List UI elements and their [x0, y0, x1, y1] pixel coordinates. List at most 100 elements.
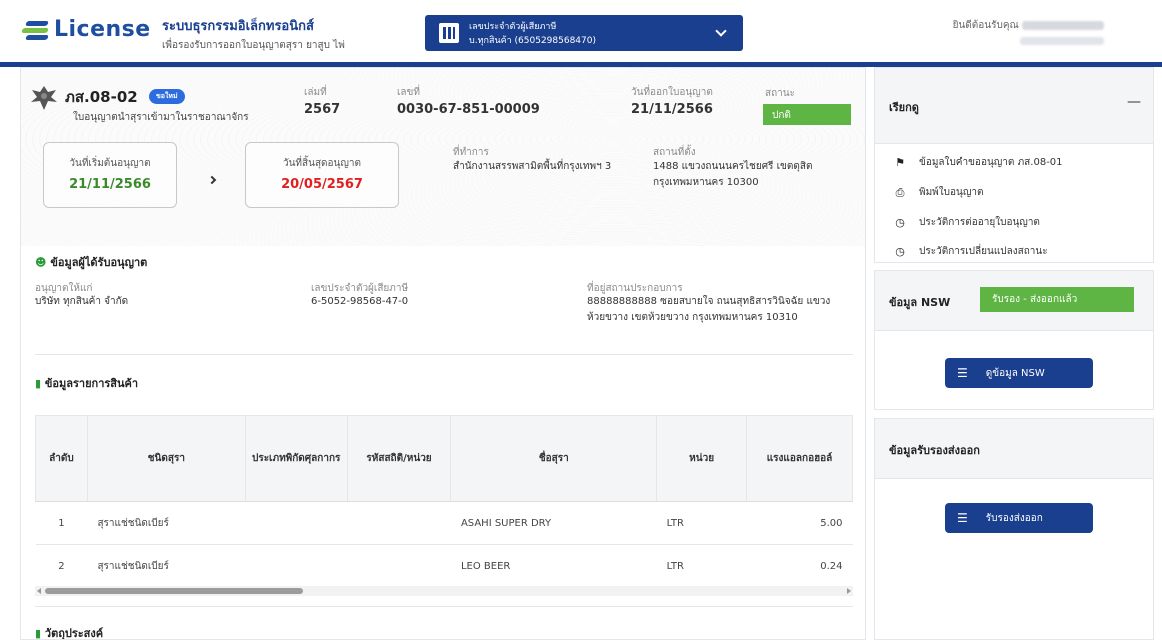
- cell-order: 1: [35, 501, 88, 545]
- nsw-panel-header: ข้อมูล NSW รับรอง - ส่งออกแล้ว: [875, 271, 1153, 331]
- clock-icon: ◷: [895, 245, 905, 258]
- export-panel-title: ข้อมูลรับรองส่งออก: [889, 444, 980, 457]
- col-header-alcohol: แรงแอลกอฮอล์: [746, 415, 853, 502]
- table-horizontal-scrollbar[interactable]: [35, 586, 853, 596]
- menu-item-print-license[interactable]: ⎙ พิมพ์ใบอนุญาต: [893, 185, 984, 200]
- nsw-status-badge: รับรอง - ส่งออกแล้ว: [980, 287, 1134, 312]
- status-badge: ปกติ: [763, 104, 851, 125]
- cell-liquor-type: สุราแช่ชนิดเบียร์: [87, 501, 246, 545]
- cell-tariff-type: [245, 501, 348, 545]
- products-table-container[interactable]: ลำดับ ชนิดสุรา ประเภทพิกัดศุลกากร รหัสสถ…: [35, 415, 853, 597]
- app-header: License ระบบธุรกรรมอิเล็กทรอนิกส์ เพื่อร…: [0, 0, 1162, 63]
- licensee-section-title: ☻ ข้อมูลผู้ได้รับอนุญาต: [35, 256, 148, 269]
- products-section-title: ▮ ข้อมูลรายการสินค้า: [35, 377, 139, 390]
- address-line-1: 88888888888 ซอยสบายใจ ถนนสุทธิสารวินิจฉั…: [587, 296, 831, 307]
- cell-unit: LTR: [656, 501, 747, 545]
- flag-icon: ⚑: [895, 156, 905, 169]
- section-divider: [35, 354, 853, 355]
- location-label: สถานที่ตั้ง: [653, 147, 696, 158]
- menu-item-renewal-history[interactable]: ◷ ประวัติการต่ออายุใบอนุญาต: [893, 215, 1040, 230]
- products-table: ลำดับ ชนิดสุรา ประเภทพิกัดศุลกากร รหัสสถ…: [35, 415, 853, 588]
- start-date-value: 21/11/2566: [69, 177, 151, 192]
- user-email-redacted: [1020, 37, 1104, 45]
- system-subtitle: เพื่อรองรับการออกใบอนุญาตสุรา ยาสูบ ไพ่: [162, 40, 345, 51]
- garuda-emblem-icon: [31, 86, 57, 110]
- nsw-panel-title: ข้อมูล NSW: [889, 296, 951, 309]
- location-line-1: 1488 แขวงถนนนครไชยศรี เขตดุสิต: [653, 161, 813, 172]
- issue-date-value: 21/11/2566: [631, 102, 713, 117]
- cell-liquor-name: ASAHI SUPER DRY: [450, 501, 657, 545]
- scroll-left-arrow-icon[interactable]: [37, 588, 41, 594]
- bottle-icon: ▮: [35, 377, 42, 390]
- bottle-icon: ▮: [35, 627, 42, 640]
- clock-icon: ◷: [895, 216, 905, 229]
- export-certify-button[interactable]: ☰ รับรองส่งออก: [945, 503, 1093, 533]
- system-title: ระบบธุรกรรมอิเล็กทรอนิกส์: [162, 19, 314, 34]
- list-icon: ☰: [957, 511, 968, 525]
- location-line-2: กรุงเทพมหานคร 10300: [653, 177, 759, 188]
- taxpayer-selector[interactable]: เลขประจำตัวผู้เสียภาษี บ.ทุกสินค้า (6505…: [425, 15, 743, 51]
- license-name: ใบอนุญาตนำสุราเข้ามาในราชอาณาจักร: [73, 112, 249, 123]
- index-panel: เรียกดู — ⚑ ข้อมูลใบคำขออนุญาต ภส.08-01 …: [874, 67, 1154, 263]
- col-header-tariff-type: ประเภทพิกัดศุลกากร: [244, 415, 348, 502]
- app-logo[interactable]: License: [20, 17, 151, 42]
- cell-tariff-type: [245, 544, 348, 588]
- cell-unit: LTR: [656, 544, 747, 588]
- cell-order: 2: [35, 544, 88, 588]
- end-date-box: วันที่สิ้นสุดอนุญาต 20/05/2567: [245, 142, 399, 208]
- user-icon: ☻: [35, 256, 47, 269]
- office-value: สำนักงานสรรพสามิตพื้นที่กรุงเทพฯ 3: [453, 161, 612, 172]
- office-label: ที่ทำการ: [453, 147, 489, 158]
- welcome-text: ยินดีต้อนรับคุณ: [952, 20, 1019, 31]
- purpose-section-title: ▮ วัตถุประสงค์: [35, 627, 104, 640]
- index-panel-header: เรียกดู —: [875, 68, 1153, 144]
- logo-text: License: [54, 17, 151, 42]
- number-label: เลขที่: [397, 87, 420, 98]
- cell-alcohol: 5.00: [746, 501, 853, 545]
- start-date-label: วันที่เริ่มต้นอนุญาต: [69, 158, 151, 169]
- menu-item-status-history[interactable]: ◷ ประวัติการเปลี่ยนแปลงสถานะ: [893, 244, 1047, 259]
- user-name-redacted: [1022, 20, 1104, 30]
- tax-id-value: 6-5052-98568-47-0: [311, 296, 409, 307]
- new-request-badge: ขอใหม่: [149, 89, 185, 104]
- cell-liquor-name: LEO BEER: [450, 544, 657, 588]
- cell-alcohol: 0.24: [746, 544, 853, 588]
- system-title-block: ระบบธุรกรรมอิเล็กทรอนิกส์ เพื่อรองรับการ…: [162, 15, 345, 53]
- license-detail-card: ภส.08-02 ขอใหม่ ใบอนุญาตนำสุราเข้ามาในรา…: [20, 67, 866, 640]
- cell-stat-code: [347, 544, 451, 588]
- welcome-user[interactable]: ยินดีต้อนรับคุณ: [953, 18, 1104, 48]
- export-panel-header: ข้อมูลรับรองส่งออก: [875, 419, 1153, 479]
- issue-date-label: วันที่ออกใบอนุญาต: [631, 87, 713, 98]
- nsw-panel: ข้อมูล NSW รับรอง - ส่งออกแล้ว ☰ ดูข้อมู…: [874, 270, 1154, 410]
- scroll-right-arrow-icon[interactable]: [847, 588, 851, 594]
- collapse-icon[interactable]: —: [1127, 94, 1141, 110]
- building-icon: [439, 23, 459, 43]
- scrollbar-thumb[interactable]: [45, 588, 303, 594]
- taxpayer-selector-value: บ.ทุกสินค้า (6505298568470): [469, 36, 596, 46]
- col-header-liquor-type: ชนิดสุรา: [86, 415, 246, 502]
- print-icon: ⎙: [895, 185, 905, 199]
- col-header-liquor-name: ชื่อสุรา: [450, 415, 658, 502]
- index-panel-title: เรียกดู: [889, 101, 919, 114]
- menu-item-application-info[interactable]: ⚑ ข้อมูลใบคำขออนุญาต ภส.08-01: [893, 155, 1062, 170]
- col-header-unit: หน่วย: [656, 415, 748, 502]
- address-line-2: ห้วยขวาง เขตห้วยขวาง กรุงเทพมหานคร 10310: [587, 312, 798, 323]
- table-header-row: ลำดับ ชนิดสุรา ประเภทพิกัดศุลกากร รหัสสถ…: [35, 415, 853, 502]
- section-divider: [35, 606, 853, 607]
- cell-stat-code: [347, 501, 451, 545]
- col-header-stat-code: รหัสสถิติ/หน่วย: [346, 415, 452, 502]
- license-code: ภส.08-02: [65, 88, 138, 106]
- col-header-order: ลำดับ: [35, 415, 88, 502]
- taxpayer-selector-label: เลขประจำตัวผู้เสียภาษี: [469, 22, 557, 32]
- table-row: 1 สุราแช่ชนิดเบียร์ ASAHI SUPER DRY LTR …: [35, 501, 853, 545]
- cell-liquor-type: สุราแช่ชนิดเบียร์: [87, 544, 246, 588]
- view-nsw-button[interactable]: ☰ ดูข้อมูล NSW: [945, 358, 1093, 388]
- chevron-down-icon: [715, 25, 727, 37]
- logo-icon: [20, 19, 50, 41]
- volume-value: 2567: [304, 102, 341, 117]
- grantee-value: บริษัท ทุกสินค้า จำกัด: [35, 296, 129, 307]
- number-value: 0030-67-851-00009: [397, 102, 540, 117]
- end-date-label: วันที่สิ้นสุดอนุญาต: [282, 158, 362, 169]
- table-row: 2 สุราแช่ชนิดเบียร์ LEO BEER LTR 0.24: [35, 544, 853, 588]
- start-date-box: วันที่เริ่มต้นอนุญาต 21/11/2566: [43, 142, 177, 208]
